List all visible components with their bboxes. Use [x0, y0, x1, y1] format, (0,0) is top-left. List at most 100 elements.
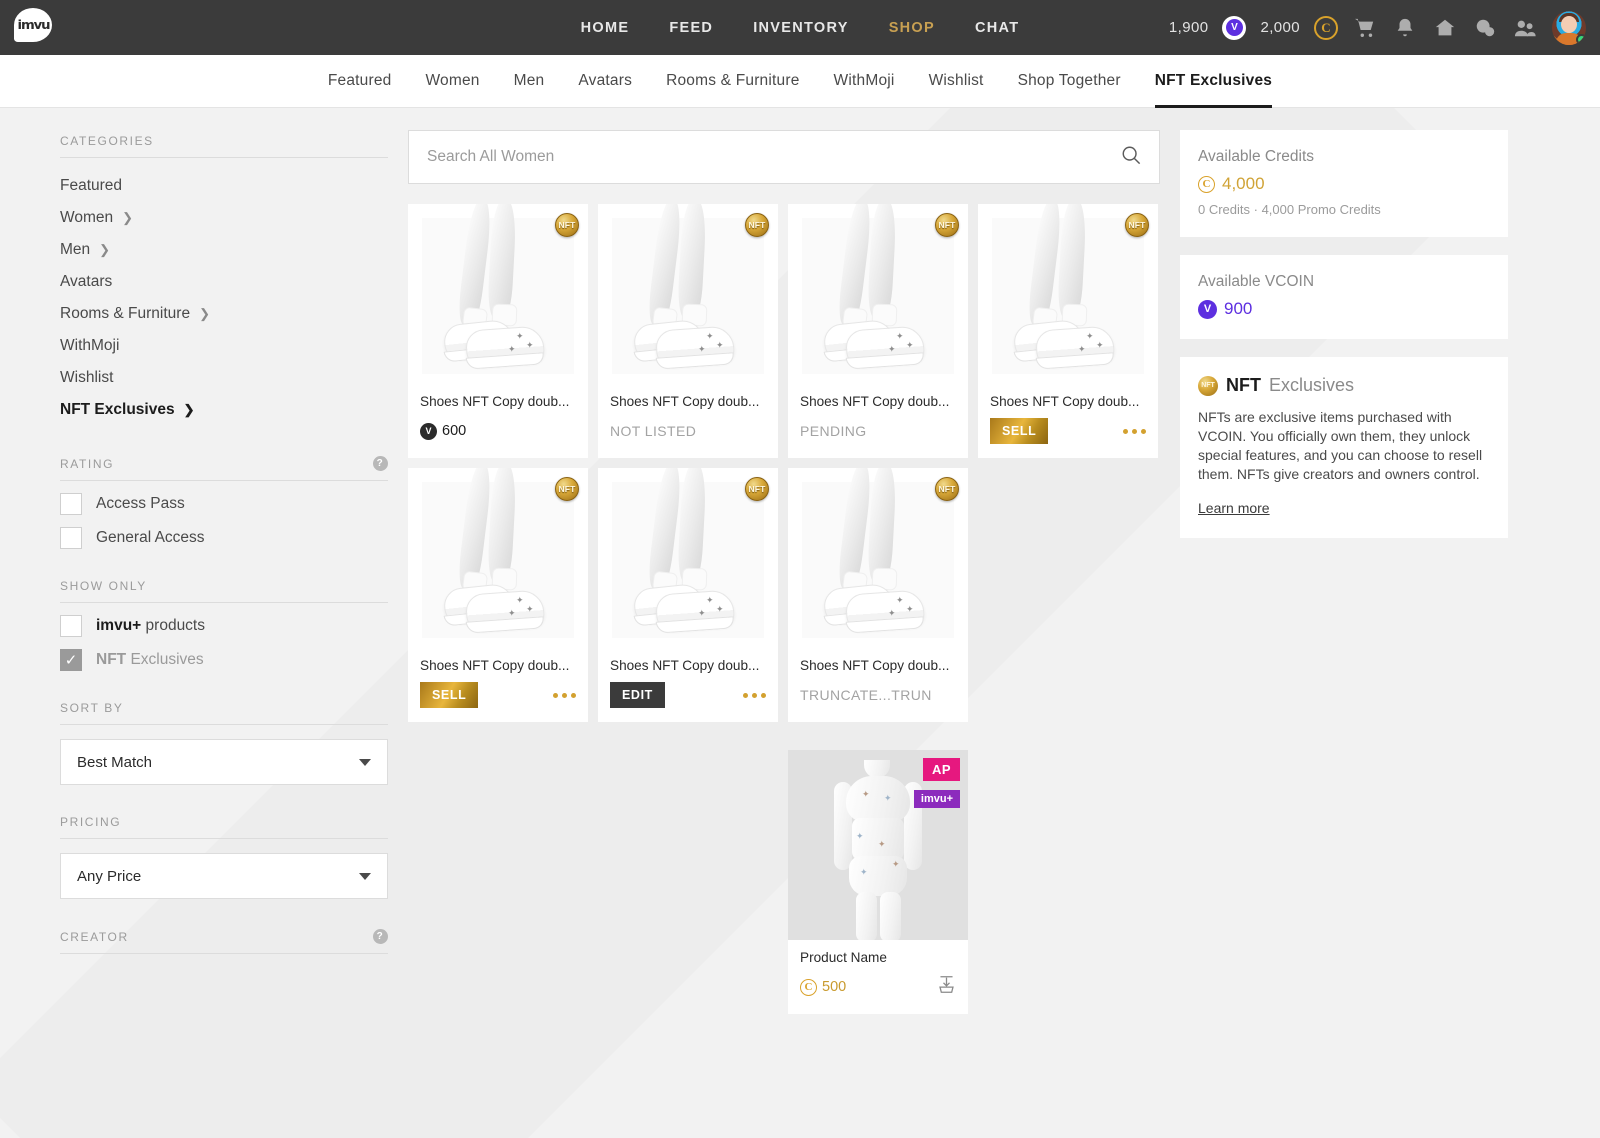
sell-button[interactable]: SELL: [990, 418, 1048, 444]
available-vcoin-amount-row: V 900: [1198, 299, 1490, 319]
vcoin-icon[interactable]: V: [1222, 16, 1246, 40]
tab-featured[interactable]: Featured: [328, 55, 392, 108]
rating-option-general-access[interactable]: General Access: [60, 527, 408, 549]
product-thumbnail[interactable]: ✦ ✦ ✦ NFT: [408, 468, 588, 648]
friends-icon[interactable]: [1512, 15, 1538, 41]
checkbox-access-pass[interactable]: [60, 493, 82, 515]
sidebar-item-wishlist[interactable]: Wishlist: [60, 362, 408, 394]
tab-men[interactable]: Men: [514, 55, 545, 108]
product-meta: Shoes NFT Copy doub... PENDING: [788, 384, 968, 458]
categories-heading-label: CATEGORIES: [60, 134, 154, 148]
sidebar-item-label: Featured: [60, 177, 122, 195]
show-only-nft-exclusives[interactable]: NFT Exclusives: [60, 649, 408, 671]
sidebar-item-men[interactable]: Men❯: [60, 234, 408, 266]
spacer: [60, 549, 408, 579]
product-thumbnail[interactable]: ✦ ✦ ✦ NFT: [978, 204, 1158, 384]
product-card[interactable]: ✦ ✦ ✦ NFT Shoes NFT Copy doub... SELL: [978, 204, 1158, 458]
sidebar-item-nft-exclusives[interactable]: NFT Exclusives❯: [60, 394, 408, 426]
search-icon[interactable]: [1121, 145, 1141, 170]
product-thumbnail[interactable]: ✦ ✦ ✦ NFT: [788, 204, 968, 384]
more-options-icon[interactable]: [743, 693, 766, 698]
pricing-select[interactable]: Any Price: [60, 853, 388, 899]
add-to-cart-icon[interactable]: [937, 975, 956, 999]
tab-rooms-furniture[interactable]: Rooms & Furniture: [666, 55, 799, 108]
pricing-heading-label: PRICING: [60, 815, 121, 829]
bell-icon[interactable]: [1392, 15, 1418, 41]
tab-shop-together[interactable]: Shop Together: [1018, 55, 1121, 108]
top-right-cluster: 1,900 V 2,000 C: [1169, 11, 1586, 45]
checkbox-nft-exclusives[interactable]: [60, 649, 82, 671]
imvu-logo[interactable]: imvu: [14, 8, 54, 48]
checkbox-general-access[interactable]: [60, 527, 82, 549]
product-meta: Product Name C 500: [788, 940, 968, 1014]
vcoin-icon: V: [1198, 300, 1217, 319]
tab-women[interactable]: Women: [426, 55, 480, 108]
edit-button[interactable]: EDIT: [610, 682, 665, 708]
rating-option-access-pass[interactable]: Access Pass: [60, 493, 408, 515]
product-thumbnail[interactable]: ✦ ✦ ✦ NFT: [598, 468, 778, 648]
product-card[interactable]: ✦ ✦ ✦ NFT Shoes NFT Copy doub... NOT LIS…: [598, 204, 778, 458]
help-icon[interactable]: ?: [373, 929, 388, 944]
product-card[interactable]: ✦ ✦ ✦ NFT Shoes NFT Copy doub... V 600: [408, 204, 588, 458]
nav-inventory[interactable]: INVENTORY: [753, 20, 849, 36]
messages-icon[interactable]: [1472, 15, 1498, 41]
product-thumbnail[interactable]: ✦ ✦ ✦ ✦ ✦ ✦ AP imvu+: [788, 750, 968, 940]
product-card[interactable]: ✦ ✦ ✦ NFT Shoes NFT Copy doub... PENDING: [788, 204, 968, 458]
product-price-value: 500: [822, 979, 846, 995]
product-thumbnail[interactable]: ✦ ✦ ✦ NFT: [408, 204, 588, 384]
product-card[interactable]: ✦ ✦ ✦ NFT Shoes NFT Copy doub... EDIT: [598, 468, 778, 722]
tab-wishlist[interactable]: Wishlist: [929, 55, 984, 108]
sidebar-item-withmoji[interactable]: WithMoji: [60, 330, 408, 362]
spacer: [60, 785, 408, 815]
chevron-right-icon: ❯: [122, 210, 133, 226]
show-only-imvu-plus[interactable]: imvu+ products: [60, 615, 408, 637]
sort-by-select[interactable]: Best Match: [60, 739, 388, 785]
product-thumbnail[interactable]: ✦ ✦ ✦ NFT: [598, 204, 778, 384]
nav-shop[interactable]: SHOP: [889, 20, 935, 36]
home-chat-icon[interactable]: [1432, 15, 1458, 41]
sidebar-item-women[interactable]: Women❯: [60, 202, 408, 234]
nft-panel-title-bold: NFT: [1226, 375, 1261, 396]
more-options-icon[interactable]: [1123, 429, 1146, 434]
info-sidebar: Available Credits C 4,000 0 Credits · 4,…: [1180, 108, 1600, 1014]
nft-badge-icon: NFT: [745, 477, 769, 501]
nft-badge-label: NFT: [938, 220, 955, 230]
product-name: Product Name: [800, 950, 956, 965]
product-thumbnail[interactable]: ✦ ✦ ✦ NFT: [788, 468, 968, 648]
cart-icon[interactable]: [1352, 15, 1378, 41]
more-options-icon[interactable]: [553, 693, 576, 698]
learn-more-link[interactable]: Learn more: [1198, 500, 1270, 516]
help-icon[interactable]: ?: [373, 456, 388, 471]
product-card[interactable]: ✦ ✦ ✦ ✦ ✦ ✦ AP imvu+ Product Name C: [788, 750, 968, 1014]
avatar[interactable]: [1552, 11, 1586, 45]
imvu-plus-badge: imvu+: [914, 790, 960, 808]
tab-avatars[interactable]: Avatars: [578, 55, 632, 108]
sidebar-item-avatars[interactable]: Avatars: [60, 266, 408, 298]
outfit-illustration: ✦ ✦ ✦ ✦ ✦ ✦: [832, 760, 924, 940]
sidebar-item-featured[interactable]: Featured: [60, 170, 408, 202]
available-credits-title: Available Credits: [1198, 148, 1490, 166]
checkbox-imvu-plus[interactable]: [60, 615, 82, 637]
show-only-label-bold: imvu+: [96, 617, 141, 634]
spacer: [60, 426, 408, 456]
product-card[interactable]: ✦ ✦ ✦ NFT Shoes NFT Copy doub... SELL: [408, 468, 588, 722]
tab-withmoji[interactable]: WithMoji: [834, 55, 895, 108]
nav-chat[interactable]: CHAT: [975, 20, 1019, 36]
nav-home[interactable]: HOME: [581, 20, 630, 36]
sidebar-item-rooms-furniture[interactable]: Rooms & Furniture❯: [60, 298, 408, 330]
show-only-label-rest: products: [141, 617, 205, 634]
search-bar[interactable]: Search All Women: [408, 130, 1160, 184]
credits-icon[interactable]: C: [1314, 16, 1338, 40]
product-name: Shoes NFT Copy doub...: [800, 394, 956, 409]
spacer: [60, 671, 408, 701]
product-meta: Shoes NFT Copy doub... V 600: [408, 384, 588, 458]
nft-badge-icon: NFT: [745, 213, 769, 237]
sell-button[interactable]: SELL: [420, 682, 478, 708]
product-name: Shoes NFT Copy doub...: [420, 394, 576, 409]
available-vcoin-panel: Available VCOIN V 900: [1180, 255, 1508, 339]
search-input[interactable]: Search All Women: [427, 148, 554, 166]
product-card[interactable]: ✦ ✦ ✦ NFT Shoes NFT Copy doub... TRUNCAT…: [788, 468, 968, 722]
nav-feed[interactable]: FEED: [669, 20, 713, 36]
product-name: Shoes NFT Copy doub...: [610, 394, 766, 409]
tab-nft-exclusives[interactable]: NFT Exclusives: [1155, 55, 1272, 108]
